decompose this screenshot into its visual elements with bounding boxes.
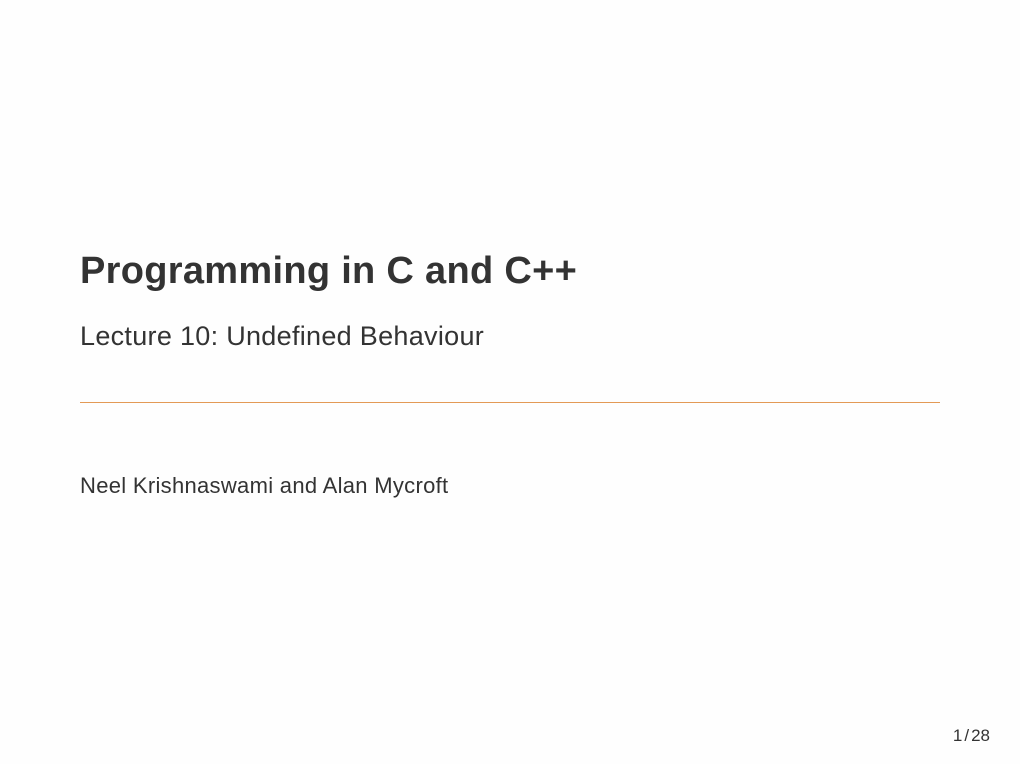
page-total: 28: [971, 726, 990, 745]
slide-subtitle: Lecture 10: Undefined Behaviour: [80, 293, 940, 352]
slide-authors: Neel Krishnaswami and Alan Mycroft: [80, 403, 940, 499]
page-separator: /: [962, 726, 971, 745]
slide-title: Programming in C and C++: [80, 0, 940, 293]
page-number: 1/28: [953, 726, 990, 746]
slide-container: Programming in C and C++ Lecture 10: Und…: [0, 0, 1020, 764]
page-current: 1: [953, 726, 962, 745]
